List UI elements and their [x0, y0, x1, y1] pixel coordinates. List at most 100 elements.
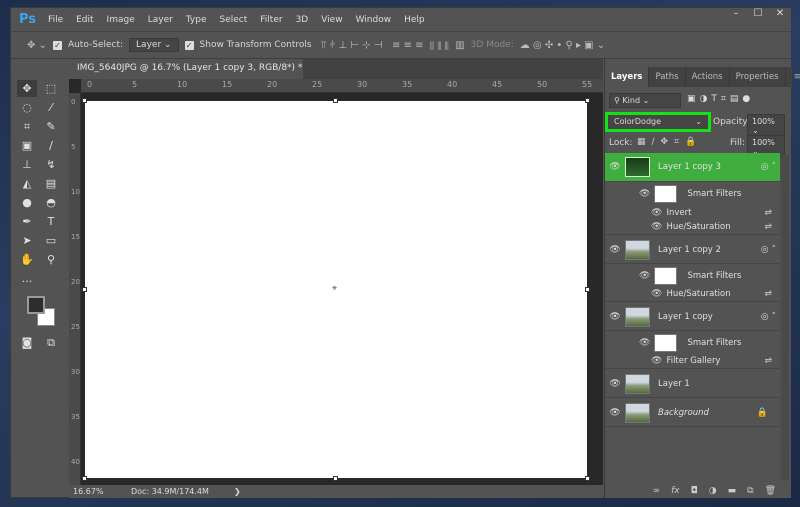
menu-help[interactable]: Help	[404, 15, 425, 25]
menu-layer[interactable]: Layer	[148, 15, 173, 25]
adjustment-layer-icon[interactable]: ◑	[709, 486, 717, 496]
lock-icons[interactable]: ▦∕✥⌗🔒	[637, 137, 702, 147]
visibility-eye-icon[interactable]: 👁	[605, 162, 625, 172]
visibility-eye-icon[interactable]: 👁	[605, 245, 625, 255]
tab-properties[interactable]: Properties	[730, 67, 786, 87]
zoom-level[interactable]: 16.67%	[73, 487, 104, 496]
pen-tool-icon[interactable]: ✒	[17, 213, 37, 230]
transform-handle[interactable]	[82, 98, 87, 103]
filter-row-filter-gallery[interactable]: 👁 Filter Gallery ⇌	[605, 354, 780, 369]
align-icons[interactable]: ⫪ ⫩ ⊥ ⊢ ⊹ ⊣ ≡ ≡ ≡ ⫴ ⫴ ⫴ ▥	[318, 40, 465, 51]
layer-name[interactable]: Layer 1 copy	[658, 312, 713, 322]
transform-handle[interactable]	[585, 287, 590, 292]
layer-row-layer-1-copy[interactable]: 👁 Layer 1 copy ◎ ˄	[605, 303, 780, 331]
smart-filters-row[interactable]: 👁 Smart Filters	[605, 332, 780, 354]
layers-scrollbar[interactable]	[781, 155, 789, 480]
quick-mask-icon[interactable]: ◙	[17, 334, 37, 351]
visibility-eye-icon[interactable]: 👁	[651, 222, 662, 232]
close-window-button[interactable]: ✕	[769, 8, 791, 24]
brush-tool-icon[interactable]: ∕	[41, 137, 61, 154]
tab-paths[interactable]: Paths	[649, 67, 686, 87]
filter-row-invert[interactable]: 👁 Invert ⇌	[605, 205, 780, 220]
rectangle-tool-icon[interactable]: ▭	[41, 232, 61, 249]
eraser-icon[interactable]: ◭	[17, 175, 37, 192]
maximize-button[interactable]: ☐	[747, 8, 769, 24]
horizontal-ruler[interactable]: 0 5 10 15 20 25 30 35 40 45 50 55	[81, 79, 603, 93]
more-tools-icon[interactable]: ···	[17, 273, 37, 290]
path-selection-icon[interactable]: ➤	[17, 232, 37, 249]
visibility-eye-icon[interactable]: 👁	[639, 338, 650, 348]
visibility-eye-icon[interactable]: 👁	[651, 208, 662, 218]
auto-select-target-dropdown[interactable]: Layer ⌄	[129, 38, 179, 52]
zoom-tool-icon[interactable]: ⚲	[41, 251, 61, 268]
canvas[interactable]: ⌖	[82, 98, 590, 481]
type-tool-icon[interactable]: T	[41, 213, 61, 230]
new-layer-icon[interactable]: ⧉	[747, 486, 753, 496]
visibility-eye-icon[interactable]: 👁	[651, 289, 662, 299]
menu-view[interactable]: View	[321, 15, 342, 25]
auto-select-checkbox[interactable]: ✓	[52, 40, 62, 50]
3d-mode-icons[interactable]: ☁ ◎ ✣ • ⚲ ▸ ▣ ⌄	[520, 40, 605, 51]
transform-handle[interactable]	[585, 98, 590, 103]
layer-name[interactable]: Background	[658, 408, 709, 418]
filter-type-icons[interactable]: ▣◑T⌗▤●	[687, 94, 754, 104]
menu-image[interactable]: Image	[107, 15, 135, 25]
crop-tool-icon[interactable]: ⌗	[17, 118, 37, 135]
smart-filters-row[interactable]: 👁 Smart Filters	[605, 183, 780, 205]
healing-brush-icon[interactable]: ▣	[17, 137, 37, 154]
hand-tool-icon[interactable]: ✋	[17, 251, 37, 268]
filter-options-icon[interactable]: ⇌	[764, 208, 772, 218]
new-group-icon[interactable]: ▬	[728, 486, 737, 496]
transform-handle[interactable]	[585, 476, 590, 481]
layer-name[interactable]: Layer 1	[658, 379, 690, 389]
layer-row-layer-1-copy-2[interactable]: 👁 Layer 1 copy 2 ◎ ˄	[605, 236, 780, 264]
tab-actions[interactable]: Actions	[686, 67, 730, 87]
show-transform-checkbox[interactable]: ✓	[184, 40, 194, 50]
menu-file[interactable]: File	[48, 15, 63, 25]
filter-options-icon[interactable]: ⇌	[764, 289, 772, 299]
marquee-tool-icon[interactable]: ⬚	[41, 80, 61, 97]
transform-handle[interactable]	[333, 476, 338, 481]
move-tool-icon[interactable]: ✥	[17, 80, 37, 97]
history-brush-icon[interactable]: ↯	[41, 156, 61, 173]
smart-filters-row[interactable]: 👁 Smart Filters	[605, 265, 780, 287]
transform-handle[interactable]	[333, 98, 338, 103]
gradient-tool-icon[interactable]: ▤	[41, 175, 61, 192]
lasso-tool-icon[interactable]: ◌	[17, 99, 37, 116]
layer-row-background[interactable]: 👁 Background 🔒	[605, 399, 780, 427]
filter-kind-dropdown[interactable]: ⚲ Kind ⌄	[609, 93, 681, 108]
blur-tool-icon[interactable]: ●	[17, 194, 37, 211]
screen-mode-icon[interactable]: ⧉	[41, 334, 61, 351]
vertical-ruler[interactable]: 0 5 10 15 20 25 30 35 40	[69, 93, 81, 485]
visibility-eye-icon[interactable]: 👁	[639, 189, 650, 199]
status-menu-arrow[interactable]: ❯	[234, 487, 241, 496]
menu-window[interactable]: Window	[356, 15, 392, 25]
document-tab[interactable]: IMG_5640JPG @ 16.7% (Layer 1 copy 3, RGB…	[69, 59, 316, 79]
add-mask-icon[interactable]: ◘	[691, 486, 698, 496]
layer-name[interactable]: Layer 1 copy 2	[658, 245, 721, 255]
filter-row-hue-saturation[interactable]: 👁 Hue/Saturation ⇌	[605, 220, 780, 235]
menu-filter[interactable]: Filter	[260, 15, 282, 25]
clone-stamp-icon[interactable]: ⊥	[17, 156, 37, 173]
menu-edit[interactable]: Edit	[76, 15, 93, 25]
magic-wand-icon[interactable]: ⁄	[41, 99, 61, 116]
transform-handle[interactable]	[82, 287, 87, 292]
layer-row-layer-1[interactable]: 👁 Layer 1	[605, 370, 780, 398]
menu-3d[interactable]: 3D	[296, 15, 309, 25]
visibility-eye-icon[interactable]: 👁	[605, 312, 625, 322]
link-layers-icon[interactable]: ∞	[653, 486, 661, 496]
move-tool-preset-icon[interactable]: ✥ ⌄	[27, 40, 47, 51]
layer-row-layer-1-copy-3[interactable]: 👁 Layer 1 copy 3 ◎ ˄	[605, 153, 780, 182]
menu-select[interactable]: Select	[220, 15, 248, 25]
visibility-eye-icon[interactable]: 👁	[605, 408, 625, 418]
tab-layers[interactable]: Layers	[605, 67, 650, 87]
delete-layer-icon[interactable]: 🗑	[765, 486, 776, 496]
panel-menu-icon[interactable]: ≡	[794, 67, 800, 87]
foreground-color-swatch[interactable]	[27, 296, 45, 314]
menu-type[interactable]: Type	[186, 15, 207, 25]
fx-icon[interactable]: fx	[671, 486, 680, 496]
transform-handle[interactable]	[82, 476, 87, 481]
dodge-tool-icon[interactable]: ◓	[41, 194, 61, 211]
visibility-eye-icon[interactable]: 👁	[605, 379, 625, 389]
layer-name[interactable]: Layer 1 copy 3	[658, 162, 721, 172]
